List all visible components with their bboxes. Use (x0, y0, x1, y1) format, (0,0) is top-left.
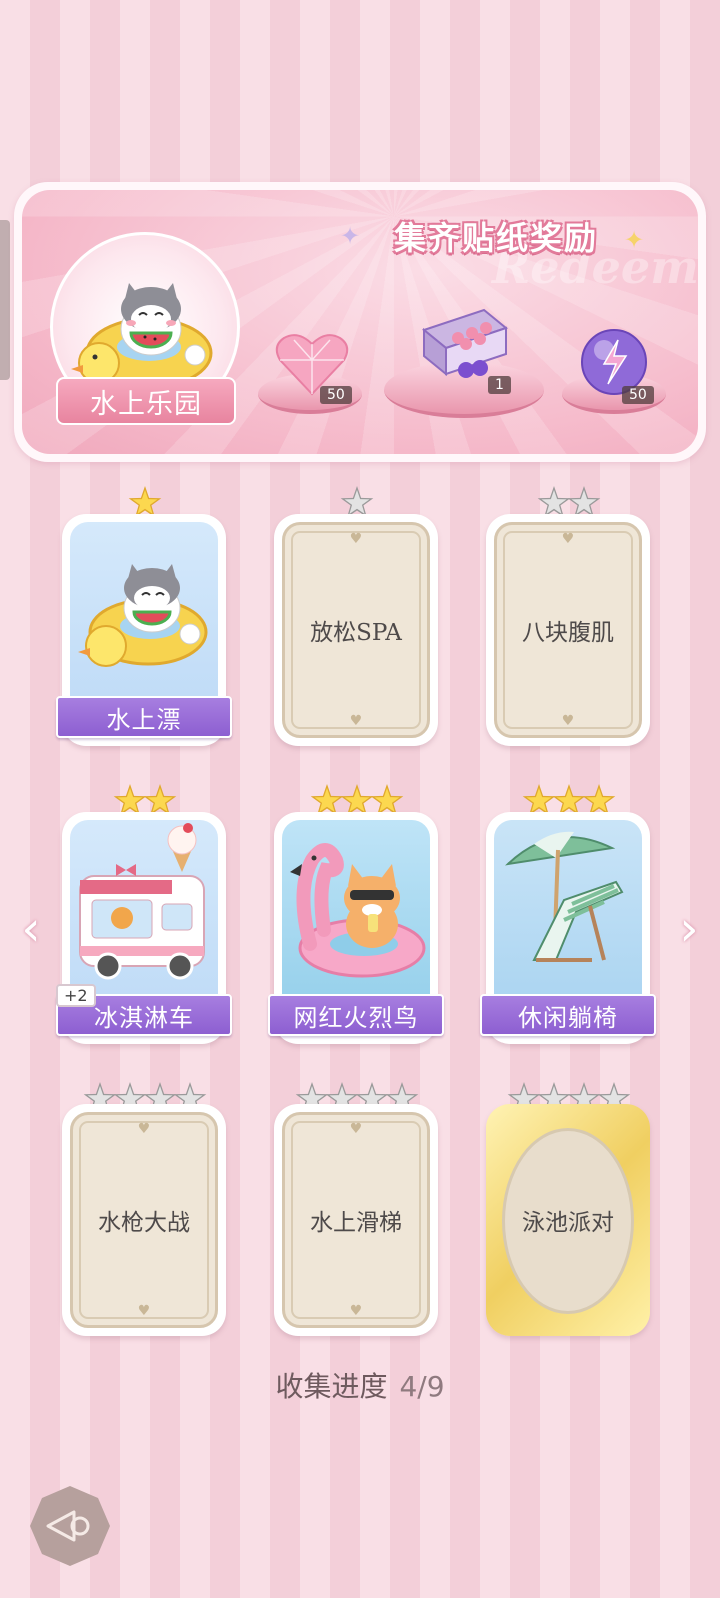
sticker-name: 网红火烈鸟 (293, 1003, 419, 1032)
sticker-card[interactable]: 水上滑梯 (274, 1104, 438, 1336)
sticker-card[interactable]: 水上漂 (56, 514, 232, 746)
sticker-name: 八块腹肌 (522, 620, 614, 646)
sticker-name: 休闲躺椅 (518, 1003, 618, 1032)
locked-sticker-frame: 水上滑梯 (282, 1112, 430, 1328)
sticker-name-bar: 休闲躺椅 (480, 994, 656, 1036)
locked-sticker-frame: 水枪大战 (70, 1112, 218, 1328)
sticker-card[interactable]: 放松SPA (274, 514, 438, 746)
sticker-card[interactable]: 八块腹肌 (486, 514, 650, 746)
collection-progress: 收集进度 4/9 (0, 1365, 720, 1405)
cat-on-flamingo-float-art (290, 843, 426, 978)
banner-title: 集齐贴纸奖励 (394, 219, 599, 257)
place-name-ribbon: 水上乐园 (56, 377, 236, 425)
sticker-name: 放松SPA (310, 620, 402, 646)
cat-on-duck-float-art (78, 564, 208, 667)
sticker-card[interactable]: 水枪大战 (62, 1104, 226, 1336)
banner-title-ribbon: 集齐贴纸奖励 (372, 208, 620, 264)
sticker-card[interactable]: 网红火烈鸟 (268, 812, 444, 1044)
sparkle-icon: ✦ (624, 226, 645, 254)
chevron-right-icon[interactable]: › (672, 901, 706, 957)
sticker-name: 水上滑梯 (310, 1210, 402, 1236)
back-arrow-icon (46, 1510, 90, 1542)
gold-sticker-frame: 泳池派对 (494, 1112, 642, 1328)
locked-sticker-frame: 放松SPA (282, 522, 430, 738)
reward-count-badge: 50 (622, 386, 654, 404)
sticker-name: 水上漂 (106, 705, 182, 734)
locked-sticker-frame: 八块腹肌 (494, 522, 642, 738)
sticker-name: 冰淇淋车 (94, 1003, 194, 1032)
ice-cream-truck-art (79, 823, 205, 980)
sticker-name: 水枪大战 (98, 1210, 190, 1236)
reward-count-badge: 50 (320, 386, 352, 404)
sticker-name: 泳池派对 (522, 1210, 614, 1236)
sticker-card[interactable]: 休闲躺椅 (480, 812, 656, 1044)
chevron-left-icon[interactable]: ‹ (14, 901, 48, 957)
side-drawer-tab[interactable] (0, 220, 10, 380)
extra-count-badge: +2 (56, 984, 96, 1007)
sparkle-icon: ✦ (340, 222, 361, 250)
progress-value: 4/9 (399, 1370, 445, 1403)
banner-background: Redeem ✦ ✦ 集齐贴纸奖励 水上乐园 50 1 50 (22, 190, 698, 454)
reward-count-badge: 1 (488, 376, 511, 394)
back-button[interactable] (30, 1486, 110, 1566)
progress-label: 收集进度 (275, 1370, 388, 1403)
sticker-card[interactable]: 泳池派对 (486, 1104, 650, 1336)
beach-chair-umbrella-art (505, 831, 624, 962)
sticker-card[interactable]: 冰淇淋车 (56, 812, 232, 1044)
gift-box-icon (421, 308, 509, 378)
reward-banner: Redeem ✦ ✦ 集齐贴纸奖励 水上乐园 50 1 50 (14, 182, 706, 462)
sticker-name-bar: 水上漂 (56, 696, 232, 738)
sticker-name-bar: 网红火烈鸟 (268, 994, 444, 1036)
place-name: 水上乐园 (90, 388, 202, 420)
